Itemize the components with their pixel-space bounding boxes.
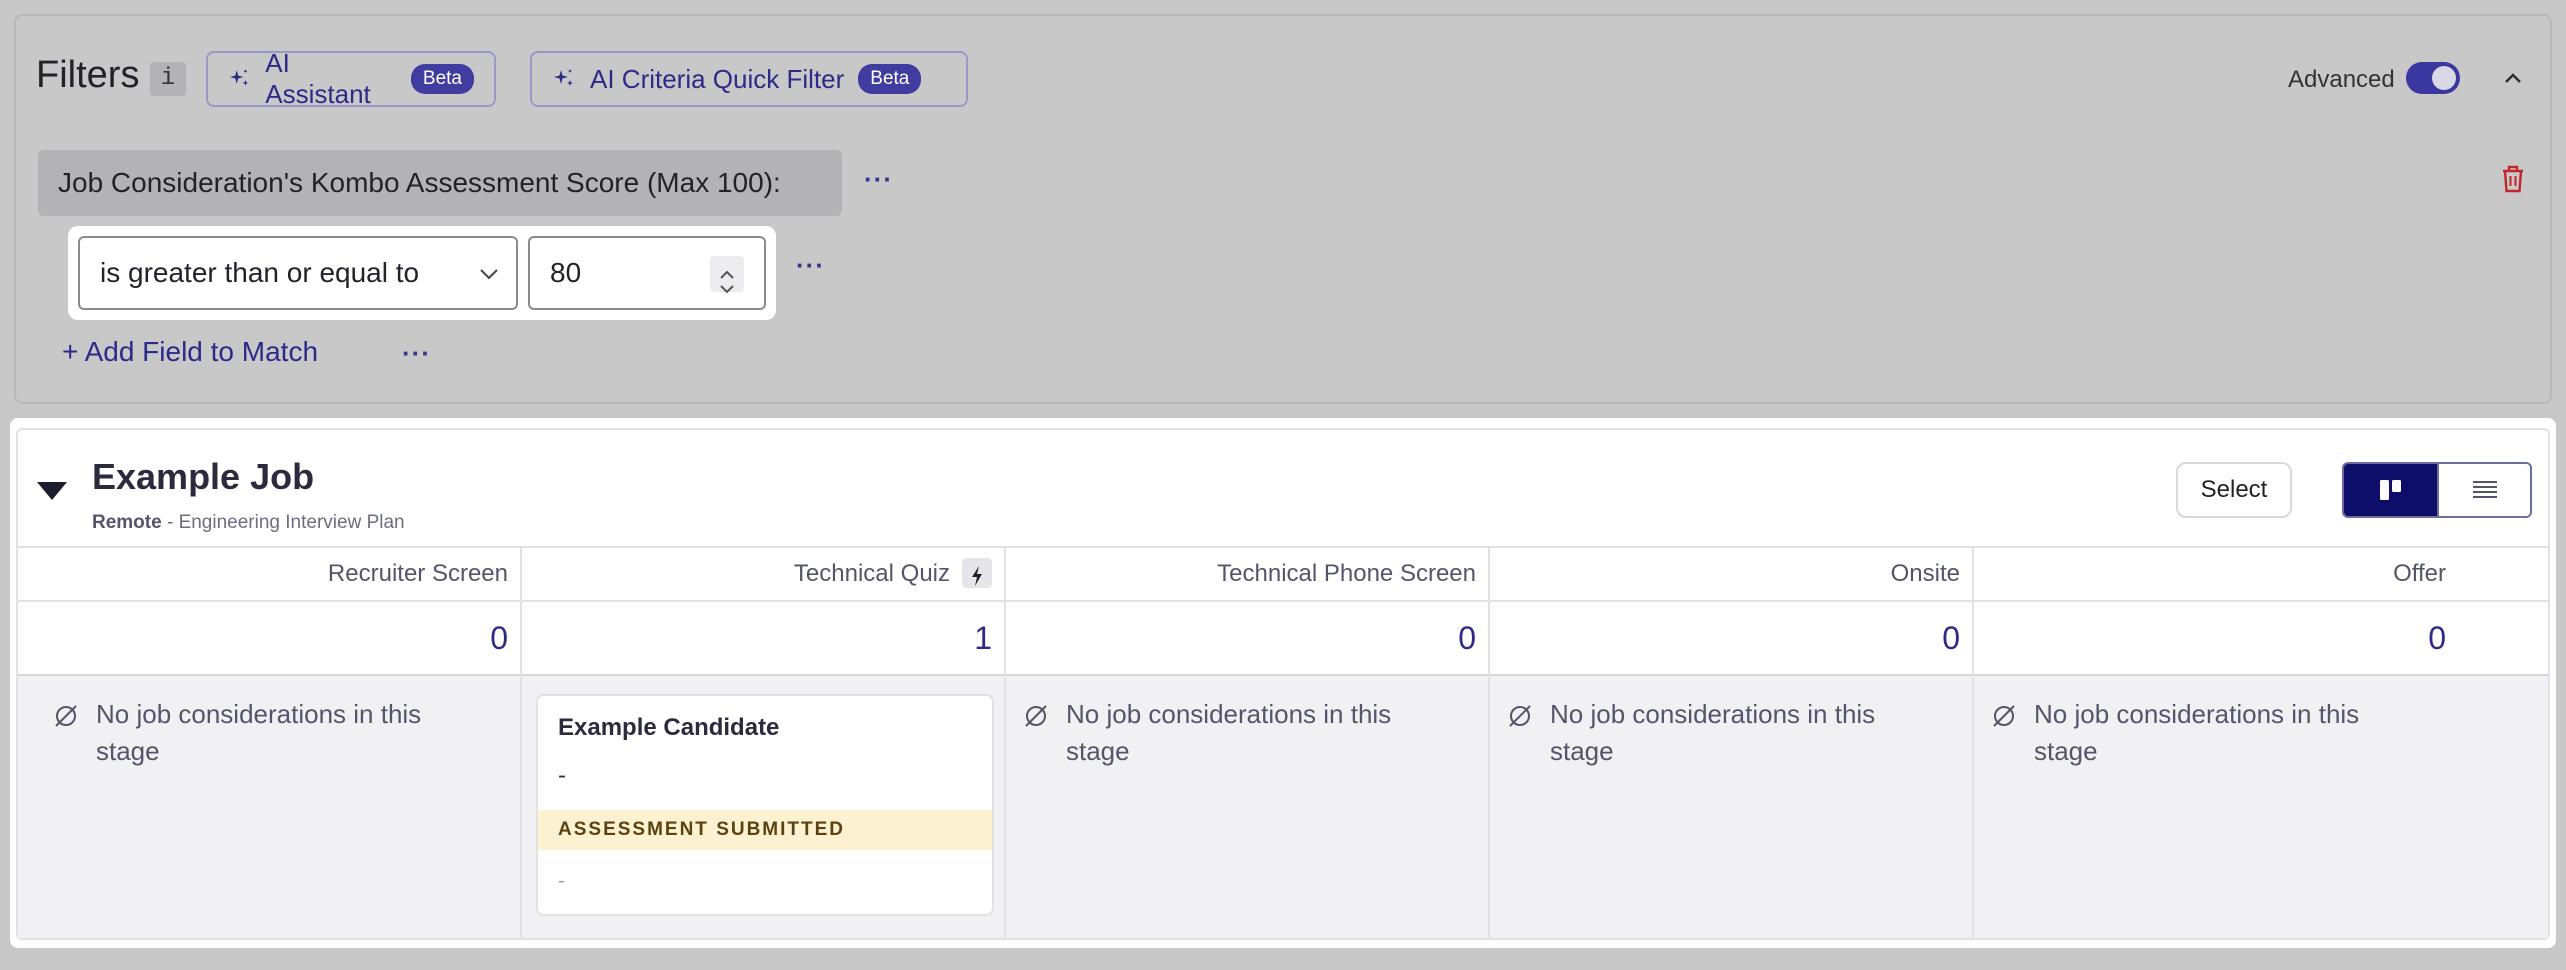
job-subtitle: Remote - Engineering Interview Plan — [92, 512, 405, 534]
board-view-button[interactable] — [2344, 464, 2437, 516]
stage-count: 0 — [1974, 602, 2548, 676]
add-field-to-match-button[interactable]: + Add Field to Match — [62, 336, 318, 368]
empty-text: No job considerations in this stage — [2034, 699, 2360, 766]
job-location: Remote — [92, 512, 162, 533]
empty-state: No job considerations in this stage — [1990, 696, 2390, 770]
candidate-card[interactable]: Example Candidate - ASSESSMENT SUBMITTED… — [536, 694, 994, 916]
condition-more-button[interactable]: ··· — [796, 250, 825, 281]
empty-text: No job considerations in this stage — [1550, 699, 1876, 766]
stage-column: Technical Quiz 1 Example Candidate - ASS… — [522, 546, 1006, 938]
stage-body: Example Candidate - ASSESSMENT SUBMITTED… — [522, 676, 1004, 938]
caret-down-icon[interactable] — [36, 480, 68, 502]
operator-select[interactable]: is greater than or equal to — [78, 236, 518, 310]
beta-badge: Beta — [410, 64, 474, 94]
stage-body: No job considerations in this stage — [1490, 676, 1972, 938]
info-icon[interactable]: i — [150, 62, 186, 96]
job-panel: Example Job Remote - Engineering Intervi… — [10, 418, 2556, 948]
advanced-toggle[interactable] — [2406, 62, 2460, 94]
stage-body: No job considerations in this stage — [18, 676, 520, 938]
automation-icon[interactable] — [962, 557, 992, 588]
view-toggle-group — [2342, 462, 2532, 518]
stage-count: 1 — [522, 602, 1004, 676]
empty-set-icon — [55, 705, 77, 727]
stage-name: Offer — [1974, 546, 2548, 602]
advanced-label: Advanced — [2288, 66, 2395, 93]
value-text: 80 — [550, 257, 582, 288]
field-more-button[interactable]: ··· — [864, 164, 893, 195]
beta-badge: Beta — [858, 64, 922, 94]
stage-column: Technical Phone Screen 0 No job consider… — [1006, 546, 1490, 938]
ai-criteria-label: AI Criteria Quick Filter — [590, 63, 845, 94]
empty-state: No job considerations in this stage — [52, 696, 482, 770]
filter-field-chip[interactable]: Job Consideration's Kombo Assessment Sco… — [38, 150, 842, 216]
job-title: Example Job — [92, 456, 315, 497]
condition-row: is greater than or equal to 80 — [68, 226, 776, 320]
lightning-icon — [972, 565, 982, 586]
empty-state: No job considerations in this stage — [1506, 696, 1906, 770]
number-stepper[interactable] — [710, 256, 744, 294]
list-icon — [2472, 481, 2497, 498]
filters-panel: Filters i AI Assistant Beta AI Criteria … — [14, 14, 2552, 404]
stage-column: Offer 0 No job considerations in this st… — [1974, 546, 2548, 938]
empty-set-icon — [1025, 705, 1047, 727]
ai-assistant-button[interactable]: AI Assistant Beta — [206, 48, 496, 109]
candidate-footer: - — [558, 870, 565, 892]
stage-name: Technical Quiz — [793, 560, 950, 587]
stepper-arrows-icon — [720, 270, 734, 294]
trash-icon[interactable] — [2500, 164, 2526, 194]
status-badge: ASSESSMENT SUBMITTED — [538, 810, 992, 850]
filters-title: Filters — [36, 54, 140, 96]
sparkle-icon — [229, 69, 249, 86]
empty-set-icon — [1993, 705, 2015, 727]
stage-count: 0 — [1490, 602, 1972, 676]
stage-column: Recruiter Screen 0 No job considerations… — [18, 546, 522, 938]
stage-columns: Recruiter Screen 0 No job considerations… — [18, 546, 2548, 938]
stage-body: No job considerations in this stage — [1974, 676, 2548, 938]
sparkle-icon — [554, 69, 573, 86]
value-number-input[interactable]: 80 — [528, 236, 766, 310]
chevron-up-icon[interactable] — [2501, 66, 2525, 90]
empty-text: No job considerations in this stage — [96, 699, 422, 766]
operator-value: is greater than or equal to — [100, 257, 420, 288]
stage-body: No job considerations in this stage — [1006, 676, 1488, 938]
stage-count: 0 — [18, 602, 520, 676]
stage-name: Onsite — [1490, 546, 1972, 602]
candidate-detail: - — [558, 762, 566, 789]
stage-column: Onsite 0 No job considerations in this s… — [1490, 546, 1974, 938]
stage-count: 0 — [1006, 602, 1488, 676]
candidate-name: Example Candidate — [558, 714, 780, 741]
ai-assistant-label: AI Assistant — [265, 48, 371, 109]
empty-set-icon — [1509, 705, 1531, 727]
list-view-button[interactable] — [2437, 464, 2530, 516]
ai-criteria-quick-filter-button[interactable]: AI Criteria Quick Filter Beta — [530, 51, 968, 107]
add-field-more-button[interactable]: ··· — [402, 338, 431, 369]
chevron-down-icon — [480, 269, 498, 280]
job-plan: - Engineering Interview Plan — [161, 512, 405, 533]
job-card: Example Job Remote - Engineering Intervi… — [16, 428, 2550, 940]
empty-text: No job considerations in this stage — [1066, 699, 1392, 766]
select-button[interactable]: Select — [2176, 462, 2292, 518]
empty-state: No job considerations in this stage — [1022, 696, 1422, 770]
stage-name: Recruiter Screen — [18, 546, 520, 602]
kanban-icon — [2379, 480, 2401, 500]
stage-name: Technical Phone Screen — [1006, 546, 1488, 602]
stage-header: Technical Quiz — [522, 546, 1004, 602]
